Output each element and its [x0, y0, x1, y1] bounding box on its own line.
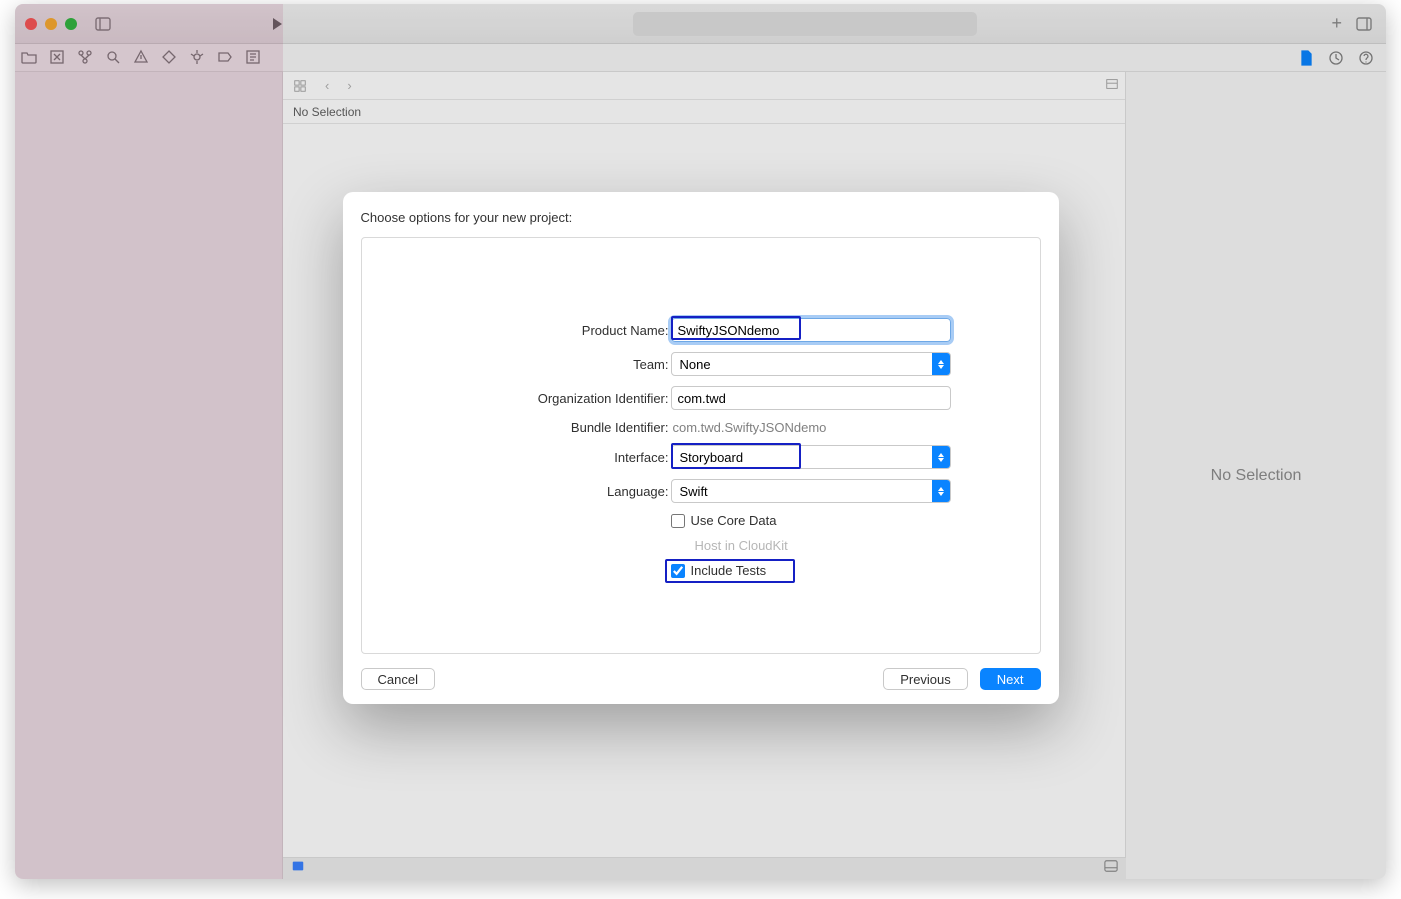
xcode-window: + ‹ ›	[15, 4, 1386, 879]
sheet-title: Choose options for your new project:	[361, 210, 1041, 225]
interface-label: Interface:	[451, 450, 671, 465]
language-select[interactable]: Swift	[671, 479, 951, 503]
language-label: Language:	[451, 484, 671, 499]
chevron-updown-icon	[932, 446, 950, 468]
team-select[interactable]: None	[671, 352, 951, 376]
cloudkit-label: Host in CloudKit	[695, 538, 788, 553]
product-name-label: Product Name:	[451, 323, 671, 338]
chevron-updown-icon	[932, 480, 950, 502]
cancel-button[interactable]: Cancel	[361, 668, 435, 690]
bundle-id-label: Bundle Identifier:	[451, 420, 671, 435]
org-id-input[interactable]	[671, 386, 951, 410]
next-button[interactable]: Next	[980, 668, 1041, 690]
bundle-id-value: com.twd.SwiftyJSONdemo	[671, 420, 951, 435]
new-project-sheet: Choose options for your new project: Pro…	[343, 192, 1059, 704]
sheet-body: Product Name: Team: None Organization Id…	[361, 237, 1041, 654]
include-tests-label: Include Tests	[691, 563, 767, 578]
previous-button[interactable]: Previous	[883, 668, 968, 690]
include-tests-checkbox[interactable]	[671, 564, 685, 578]
org-id-label: Organization Identifier:	[451, 391, 671, 406]
product-name-input[interactable]	[671, 318, 951, 342]
core-data-label: Use Core Data	[691, 513, 777, 528]
interface-select[interactable]: Storyboard	[671, 445, 951, 469]
core-data-checkbox[interactable]	[671, 514, 685, 528]
chevron-updown-icon	[932, 353, 950, 375]
team-label: Team:	[451, 357, 671, 372]
